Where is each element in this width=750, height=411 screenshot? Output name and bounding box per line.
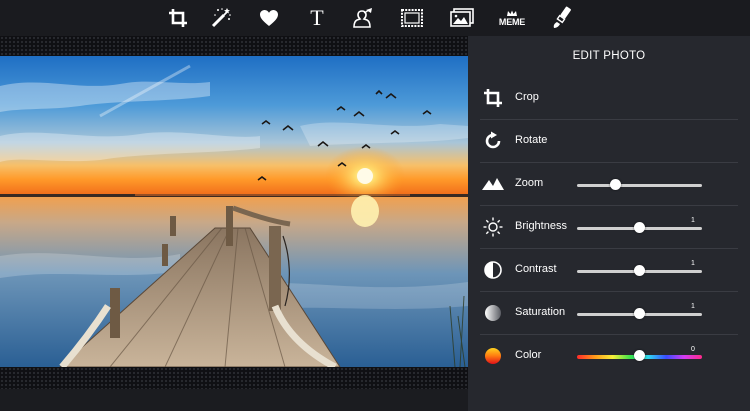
saturation-slider-knob[interactable] <box>634 308 645 319</box>
frame-icon <box>401 9 423 27</box>
contrast-icon <box>482 259 504 281</box>
mesh-border-bottom <box>0 367 468 389</box>
brightness-slider[interactable] <box>577 222 702 233</box>
bottom-strip <box>0 389 468 411</box>
photo-stage <box>0 36 468 389</box>
text-icon: T <box>310 5 324 30</box>
color-value: 0 <box>691 346 695 353</box>
brush-tool-button[interactable] <box>547 3 577 33</box>
zoom-label: Zoom <box>515 177 544 189</box>
heart-icon <box>260 10 278 26</box>
mesh-border-top <box>0 36 468 56</box>
crop-icon <box>482 87 504 109</box>
sticker-tool-button[interactable] <box>348 3 378 33</box>
rotate-icon <box>482 130 504 152</box>
rotate-row[interactable]: Rotate <box>480 120 738 163</box>
magic-wand-tool-button[interactable] <box>206 3 236 33</box>
meme-tool-button[interactable]: MEME <box>497 3 527 33</box>
zoom-slider[interactable] <box>577 179 702 190</box>
mountains-icon <box>482 173 504 195</box>
crop-row[interactable]: Crop <box>480 77 738 120</box>
crop-icon <box>169 9 187 27</box>
brightness-slider-knob[interactable] <box>634 222 645 233</box>
frame-tool-button[interactable] <box>397 3 427 33</box>
sun-icon <box>482 216 504 238</box>
zoom-row: Zoom <box>480 163 738 206</box>
sticker-icon <box>353 8 372 28</box>
crop-label: Crop <box>515 91 539 103</box>
brush-icon <box>553 6 571 28</box>
meme-icon: MEME <box>499 10 525 27</box>
color-slider-knob[interactable] <box>634 350 645 361</box>
color-icon <box>482 345 504 367</box>
crop-tool-button[interactable] <box>163 3 193 33</box>
color-slider[interactable] <box>577 350 702 361</box>
text-tool-button[interactable]: T <box>302 3 332 33</box>
brightness-row: Brightness 1 <box>480 206 738 249</box>
heart-tool-button[interactable] <box>254 3 284 33</box>
edit-photo-panel: EDIT PHOTO Crop Rotate Zoom Brightness 1… <box>468 36 750 411</box>
brightness-value: 1 <box>691 217 695 224</box>
color-label: Color <box>515 349 542 361</box>
saturation-slider[interactable] <box>577 308 702 319</box>
magic-wand-icon <box>211 8 231 28</box>
contrast-slider-knob[interactable] <box>634 265 645 276</box>
top-toolbar: T MEME <box>0 0 750 36</box>
contrast-slider[interactable] <box>577 265 702 276</box>
contrast-value: 1 <box>691 260 695 267</box>
saturation-value: 1 <box>691 303 695 310</box>
photo-frame-tool-button[interactable] <box>447 3 477 33</box>
contrast-label: Contrast <box>515 263 557 275</box>
panel-title: EDIT PHOTO <box>572 50 646 62</box>
saturation-icon <box>482 302 504 324</box>
photo-frame-icon <box>450 8 474 27</box>
photo-canvas[interactable] <box>0 56 468 367</box>
rotate-label: Rotate <box>515 134 548 146</box>
contrast-row: Contrast 1 <box>480 249 738 292</box>
brightness-label: Brightness <box>515 220 567 232</box>
saturation-label: Saturation <box>515 306 566 318</box>
color-row: Color 0 <box>480 335 738 378</box>
meme-label: MEME <box>498 16 526 27</box>
zoom-slider-knob[interactable] <box>610 179 622 190</box>
sunset-pier-photo <box>0 56 468 367</box>
saturation-row: Saturation 1 <box>480 292 738 335</box>
